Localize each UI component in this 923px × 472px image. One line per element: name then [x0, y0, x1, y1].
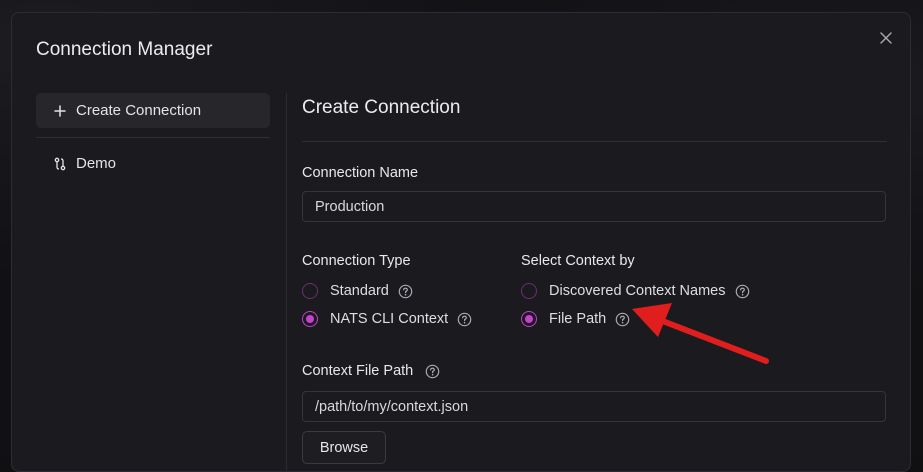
- radio-button-checked[interactable]: [521, 311, 537, 327]
- sidebar-item-label: Demo: [76, 155, 117, 172]
- connection-name-label: Connection Name: [302, 165, 419, 181]
- radio-nats-cli-context[interactable]: NATS CLI Context: [302, 305, 472, 333]
- connection-name-input[interactable]: [302, 191, 886, 222]
- select-context-label: Select Context by: [521, 253, 635, 269]
- browse-button[interactable]: Browse: [302, 431, 386, 464]
- context-file-path-input[interactable]: [302, 391, 886, 422]
- sidebar: Create Connection Demo: [36, 93, 270, 181]
- context-file-path-label: Context File Path: [302, 363, 414, 379]
- sidebar-item-demo[interactable]: Demo: [36, 146, 270, 181]
- help-icon[interactable]: [425, 364, 440, 379]
- dialog-title: Connection Manager: [36, 39, 213, 60]
- connection-type-group: Connection Type Standard NATS CLI Contex…: [302, 253, 472, 333]
- help-icon[interactable]: [398, 284, 413, 299]
- radio-button-checked[interactable]: [302, 311, 318, 327]
- radio-label: Standard: [330, 283, 389, 299]
- sidebar-item-create-connection[interactable]: Create Connection: [36, 93, 270, 128]
- radio-standard[interactable]: Standard: [302, 277, 472, 305]
- sidebar-item-label: Create Connection: [76, 102, 202, 119]
- help-icon[interactable]: [457, 312, 472, 327]
- vertical-divider: [286, 93, 287, 471]
- annotation-arrow: [632, 303, 769, 364]
- sidebar-divider: [36, 137, 270, 138]
- panel-divider: [302, 141, 887, 142]
- panel-title: Create Connection: [302, 97, 461, 118]
- create-connection-panel: Create Connection Connection Name Connec…: [302, 93, 887, 464]
- radio-label: NATS CLI Context: [330, 311, 449, 327]
- radio-label: File Path: [549, 311, 607, 327]
- close-button[interactable]: [877, 29, 895, 47]
- connection-type-label: Connection Type: [302, 253, 411, 269]
- radio-button[interactable]: [521, 283, 537, 299]
- context-file-path-label-row: Context File Path: [302, 363, 440, 379]
- plus-icon: [53, 104, 67, 118]
- connection-manager-dialog: Connection Manager Create Connection Dem…: [11, 12, 911, 472]
- close-icon: [880, 32, 892, 44]
- connection-icon: [53, 157, 67, 171]
- radio-button[interactable]: [302, 283, 318, 299]
